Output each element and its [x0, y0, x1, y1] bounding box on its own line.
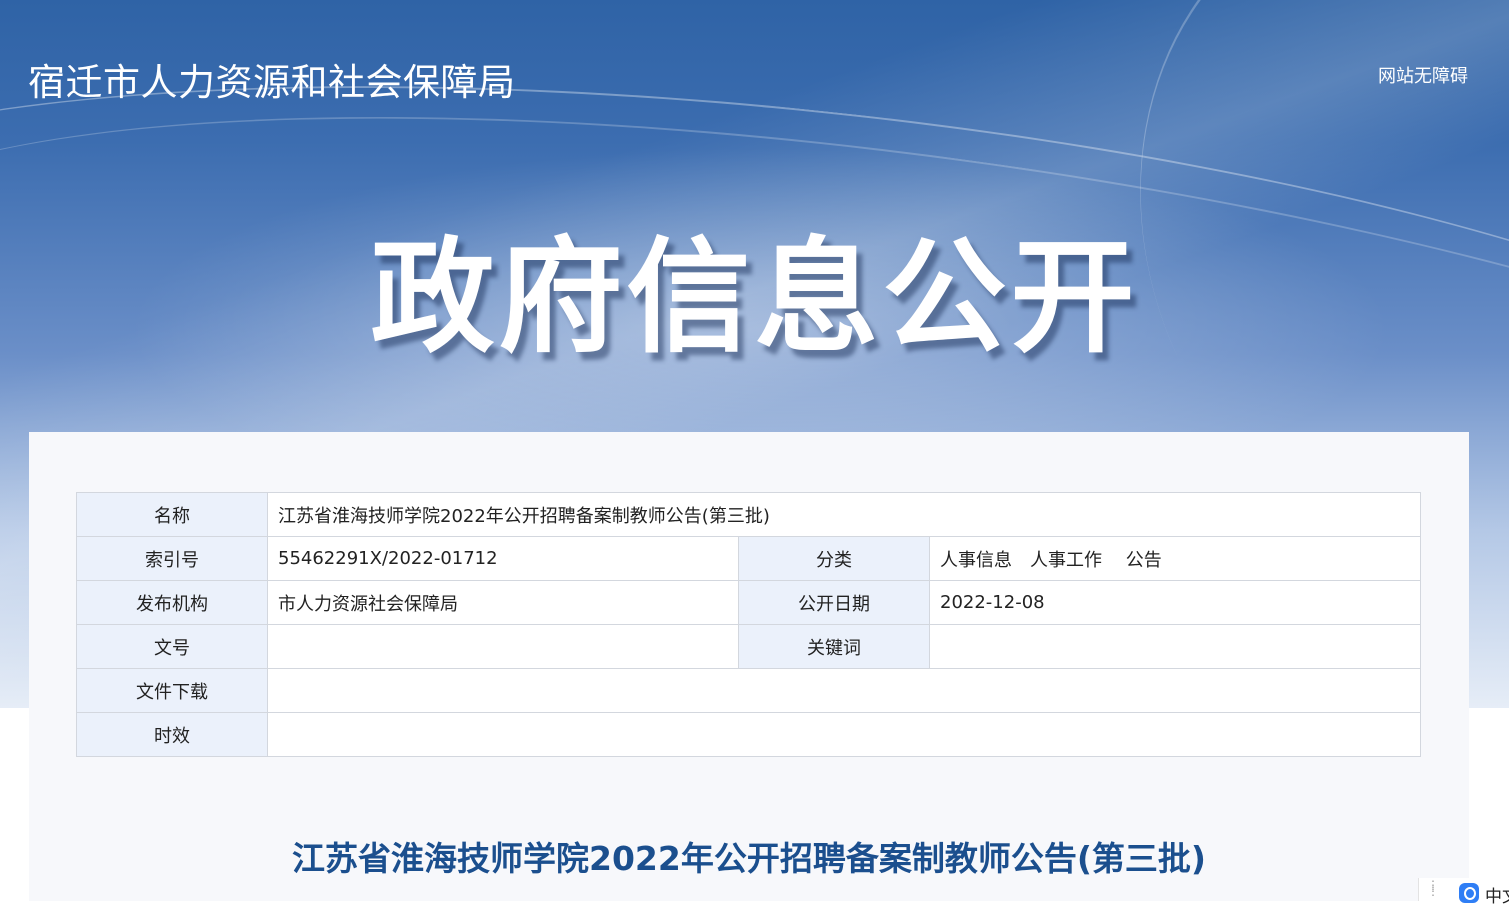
hero-title: 政府信息公开 [370, 226, 1139, 370]
index-value: 55462291X/2022-01712 [267, 536, 739, 581]
info-table: 名称 江苏省淮海技师学院2022年公开招聘备案制教师公告(第三批) 索引号 55… [76, 492, 1421, 757]
name-label: 名称 [76, 492, 268, 537]
keywords-label: 关键词 [738, 624, 930, 669]
doc-no-value [267, 624, 739, 669]
article-title: 江苏省淮海技师学院2022年公开招聘备案制教师公告(第三批) [291, 839, 1206, 878]
table-row: 发布机构 市人力资源社会保障局 公开日期 2022-12-08 [76, 580, 1421, 625]
assistant-icon[interactable] [1459, 883, 1479, 903]
table-row: 文件下载 [76, 668, 1421, 713]
validity-label: 时效 [76, 712, 268, 757]
keywords-value [929, 624, 1421, 669]
drag-handle-icon[interactable]: ⋮ ⋮ [1427, 879, 1439, 897]
index-label: 索引号 [76, 536, 268, 581]
download-label: 文件下载 [76, 668, 268, 713]
doc-no-label: 文号 [76, 624, 268, 669]
site-title[interactable]: 宿迁市人力资源和社会保障局 [28, 52, 516, 106]
date-label: 公开日期 [738, 580, 930, 625]
name-value: 江苏省淮海技师学院2022年公开招聘备案制教师公告(第三批) [267, 492, 1421, 537]
category-label: 分类 [738, 536, 930, 581]
download-value[interactable] [267, 668, 1421, 713]
floating-toolbar[interactable]: ⋮⋮ 中文 [1418, 878, 1509, 907]
date-value: 2022-12-08 [929, 580, 1421, 625]
category-value: 人事信息 人事工作 公告 [929, 536, 1421, 581]
publisher-label: 发布机构 [76, 580, 268, 625]
table-row: 索引号 55462291X/2022-01712 分类 人事信息 人事工作 公告 [76, 536, 1421, 581]
table-row: 时效 [76, 712, 1421, 757]
table-row: 文号 关键词 [76, 624, 1421, 669]
publisher-value: 市人力资源社会保障局 [267, 580, 739, 625]
table-row: 名称 江苏省淮海技师学院2022年公开招聘备案制教师公告(第三批) [76, 492, 1421, 537]
validity-value [267, 712, 1421, 757]
language-toggle[interactable]: 中文 [1485, 882, 1509, 907]
content-panel: 名称 江苏省淮海技师学院2022年公开招聘备案制教师公告(第三批) 索引号 55… [29, 432, 1469, 901]
accessibility-link[interactable]: 网站无障碍 [1378, 62, 1468, 88]
